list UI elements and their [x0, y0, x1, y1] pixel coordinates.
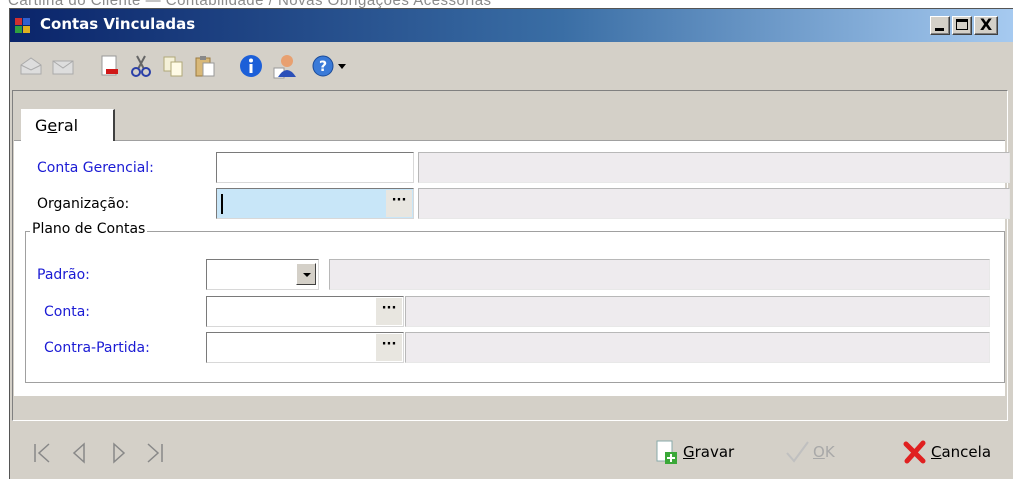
previous-record-icon[interactable]: [69, 441, 91, 465]
conta-label: Conta:: [44, 304, 90, 320]
paste-icon[interactable]: [192, 53, 218, 79]
conta-description: [405, 296, 990, 327]
mail-icon[interactable]: [50, 53, 76, 79]
text-cursor: [221, 194, 223, 214]
padrao-dropdown-button[interactable]: [296, 263, 316, 285]
conta-gerencial-input[interactable]: [216, 152, 414, 183]
organizacao-lookup-button[interactable]: ···: [386, 190, 412, 217]
user-icon[interactable]: [272, 53, 298, 79]
tab-panel: Geral Conta Gerencial: Organização: ··· …: [12, 90, 1010, 421]
conta-input[interactable]: ···: [206, 296, 404, 327]
cancela-label: Cancela: [931, 443, 992, 461]
minimize-button[interactable]: [930, 16, 950, 35]
mail-open-icon[interactable]: [18, 53, 44, 79]
plano-de-contas-legend: Plano de Contas: [30, 221, 148, 237]
padrao-select[interactable]: [206, 259, 319, 290]
app-icon: [15, 18, 31, 34]
contas-vinculadas-window: Contas Vinculadas X ? Geral Conta Gerenc…: [9, 8, 1013, 479]
organizacao-input[interactable]: ···: [216, 188, 414, 219]
contra-partida-description: [405, 332, 990, 363]
help-icon[interactable]: ?: [310, 53, 336, 79]
bottom-bar: Gravar OK Cancela: [10, 421, 1013, 480]
svg-text:?: ?: [319, 59, 327, 75]
tab-geral[interactable]: Geral: [21, 109, 115, 141]
title-bar[interactable]: Contas Vinculadas X: [10, 9, 1013, 42]
ok-button[interactable]: OK: [783, 438, 853, 466]
tab-geral-label: Geral: [35, 116, 79, 135]
cancela-button[interactable]: Cancela: [901, 438, 1006, 466]
tab-content: Conta Gerencial: Organização: ··· Plano …: [14, 140, 1010, 396]
conta-lookup-button[interactable]: ···: [376, 298, 402, 325]
maximize-button[interactable]: [952, 16, 972, 35]
conta-gerencial-label: Conta Gerencial:: [37, 160, 154, 176]
info-icon[interactable]: [238, 53, 264, 79]
toolbar: ?: [10, 42, 1013, 90]
gravar-button[interactable]: Gravar: [653, 438, 748, 466]
minimize-icon: [935, 28, 944, 31]
save-icon: [656, 440, 677, 464]
padrao-description: [329, 259, 990, 290]
copy-icon[interactable]: [160, 53, 186, 79]
padrao-label: Padrão:: [37, 267, 90, 283]
new-document-icon[interactable]: [96, 53, 122, 79]
first-record-icon[interactable]: [31, 441, 53, 465]
window-title: Contas Vinculadas: [40, 15, 196, 33]
contra-partida-input[interactable]: ···: [206, 332, 404, 363]
cut-icon[interactable]: [128, 53, 154, 79]
close-button[interactable]: X: [974, 15, 998, 35]
cancel-x-icon: [903, 440, 926, 464]
next-record-icon[interactable]: [108, 441, 130, 465]
ok-label: OK: [813, 443, 835, 461]
organizacao-description: [418, 188, 1010, 219]
organizacao-label: Organização:: [37, 196, 130, 212]
dropdown-arrow-icon[interactable]: [336, 53, 350, 79]
maximize-icon: [956, 19, 968, 30]
last-record-icon[interactable]: [144, 441, 166, 465]
checkmark-icon: [786, 441, 809, 463]
page-caption: Cartilha do Cliente — Contabilidade / No…: [8, 0, 492, 8]
contra-partida-label: Contra-Partida:: [44, 340, 150, 356]
close-icon: X: [979, 15, 993, 34]
gravar-label: Gravar: [683, 443, 735, 461]
conta-gerencial-description: [418, 152, 1010, 183]
contra-partida-lookup-button[interactable]: ···: [376, 334, 402, 361]
